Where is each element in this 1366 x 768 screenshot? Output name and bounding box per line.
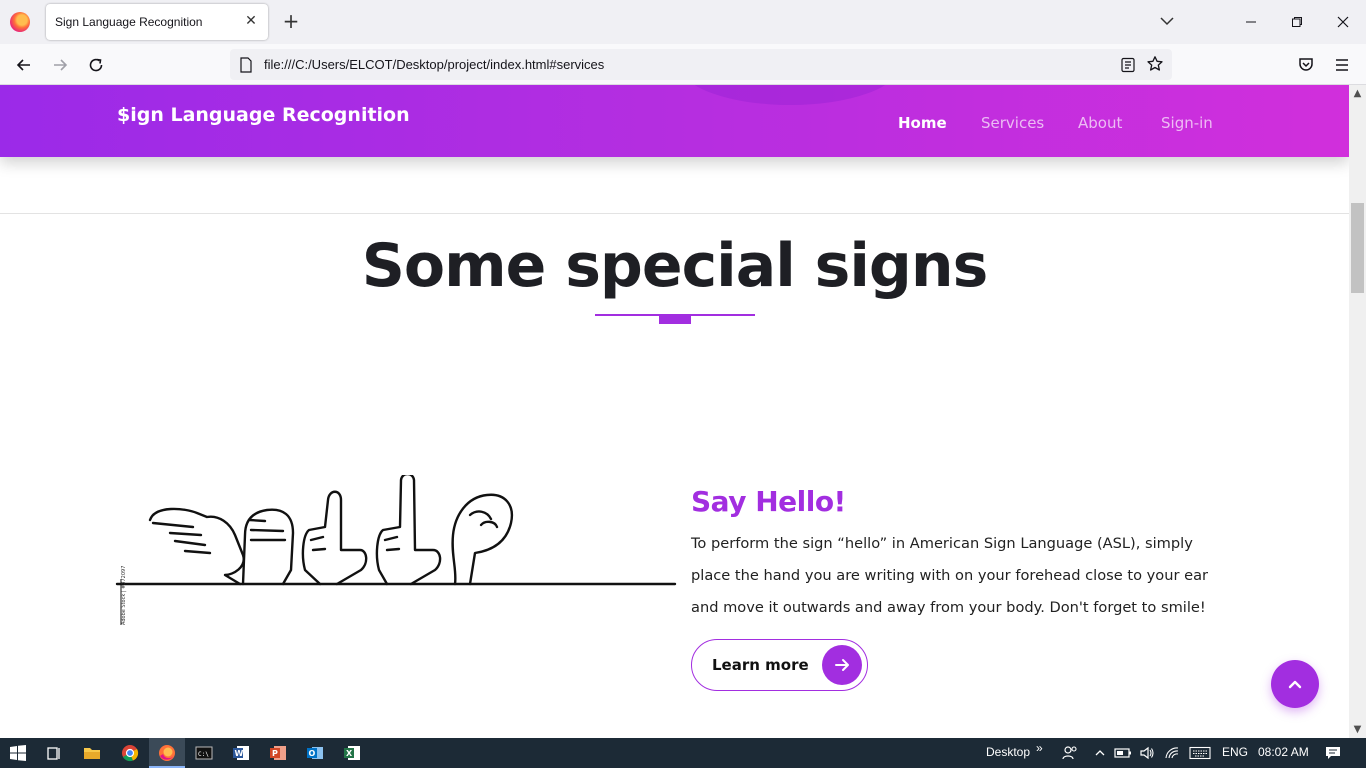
url-bar[interactable]: file:///C:/Users/ELCOT/Desktop/project/i… [230, 49, 1172, 80]
app-menu-icon[interactable] [1331, 54, 1353, 76]
card-heading: Say Hello! [691, 485, 846, 518]
site-header: $ign Language Recognition Home Services … [0, 85, 1349, 157]
svg-text:C:\: C:\ [198, 751, 209, 758]
svg-text:P: P [272, 749, 278, 758]
card-description: To perform the sign “hello” in American … [691, 535, 1209, 616]
forward-arrow-icon[interactable] [49, 54, 71, 76]
chrome-icon[interactable] [120, 743, 140, 763]
new-tab-icon[interactable]: + [280, 10, 302, 32]
action-center-icon[interactable] [1323, 743, 1343, 763]
back-to-top-button[interactable] [1271, 660, 1319, 708]
chevron-up-icon[interactable] [1090, 743, 1110, 763]
tab-title: Sign Language Recognition [55, 15, 203, 29]
chevron-down-icon[interactable] [1158, 12, 1176, 30]
excel-icon[interactable]: X [342, 743, 362, 763]
title-underline-bar [659, 316, 691, 324]
nav-services[interactable]: Services [981, 114, 1044, 132]
people-icon[interactable] [1060, 743, 1080, 763]
vertical-scrollbar[interactable]: ▲ ▼ [1349, 85, 1366, 738]
windows-taskbar: C:\ W P O X Desktop » ENG 08:02 AM [0, 738, 1366, 768]
tab-close-icon[interactable]: ✕ [242, 12, 260, 30]
browser-tab[interactable]: Sign Language Recognition ✕ [46, 4, 268, 40]
learn-more-label: Learn more [712, 656, 809, 674]
word-icon[interactable]: W [231, 743, 251, 763]
image-watermark-caption: Adobe Stock | #372097 [121, 566, 127, 625]
scrollbar-thumb[interactable] [1351, 203, 1364, 293]
chevron-up-icon [1288, 680, 1302, 689]
section-divider [0, 213, 1349, 214]
nav-sign-in[interactable]: Sign-in [1161, 114, 1213, 132]
firefox-icon[interactable] [157, 743, 177, 763]
url-text[interactable]: file:///C:/Users/ELCOT/Desktop/project/i… [264, 57, 604, 72]
browser-tab-bar: Sign Language Recognition ✕ + [0, 0, 1366, 44]
scroll-up-icon[interactable]: ▲ [1349, 85, 1366, 102]
volume-icon[interactable] [1137, 743, 1157, 763]
header-wave-decoration [680, 85, 900, 105]
file-explorer-icon[interactable] [82, 743, 102, 763]
svg-text:O: O [309, 749, 316, 758]
nav-about[interactable]: About [1078, 114, 1122, 132]
start-icon[interactable] [8, 743, 28, 763]
desktop-toolbar-label[interactable]: Desktop [986, 745, 1030, 759]
svg-text:W: W [235, 749, 244, 758]
minimize-window-icon[interactable] [1228, 0, 1274, 44]
firefox-icon [10, 12, 30, 32]
page-viewport: $ign Language Recognition Home Services … [0, 85, 1349, 738]
wifi-icon[interactable] [1162, 743, 1182, 763]
language-indicator[interactable]: ENG [1222, 745, 1248, 759]
hello-sign-illustration: Adobe Stock | #372097 [115, 475, 677, 625]
scroll-down-icon[interactable]: ▼ [1349, 721, 1366, 738]
svg-text:X: X [346, 749, 353, 758]
pocket-icon[interactable] [1295, 54, 1317, 76]
reload-icon[interactable] [85, 54, 107, 76]
restore-window-icon[interactable] [1274, 0, 1320, 44]
battery-icon[interactable] [1113, 743, 1133, 763]
close-window-icon[interactable] [1320, 0, 1366, 44]
browser-nav-bar: file:///C:/Users/ELCOT/Desktop/project/i… [0, 44, 1366, 85]
nav-home[interactable]: Home [898, 114, 947, 132]
cmd-icon[interactable]: C:\ [194, 743, 214, 763]
learn-more-button[interactable]: Learn more [691, 639, 868, 691]
page-icon [240, 57, 252, 73]
reader-view-icon[interactable] [1120, 57, 1136, 73]
arrow-right-icon [822, 645, 862, 685]
brand-logo[interactable]: $ign Language Recognition [117, 104, 410, 126]
bookmark-star-icon[interactable] [1146, 55, 1164, 73]
toolbar-expand-icon[interactable]: » [1036, 741, 1043, 755]
taskbar-clock[interactable]: 08:02 AM [1258, 745, 1309, 759]
task-view-icon[interactable] [44, 743, 64, 763]
back-arrow-icon[interactable] [13, 54, 35, 76]
powerpoint-icon[interactable]: P [268, 743, 288, 763]
outlook-icon[interactable]: O [305, 743, 325, 763]
section-title: Some special signs [361, 231, 989, 301]
keyboard-icon[interactable] [1188, 743, 1212, 763]
